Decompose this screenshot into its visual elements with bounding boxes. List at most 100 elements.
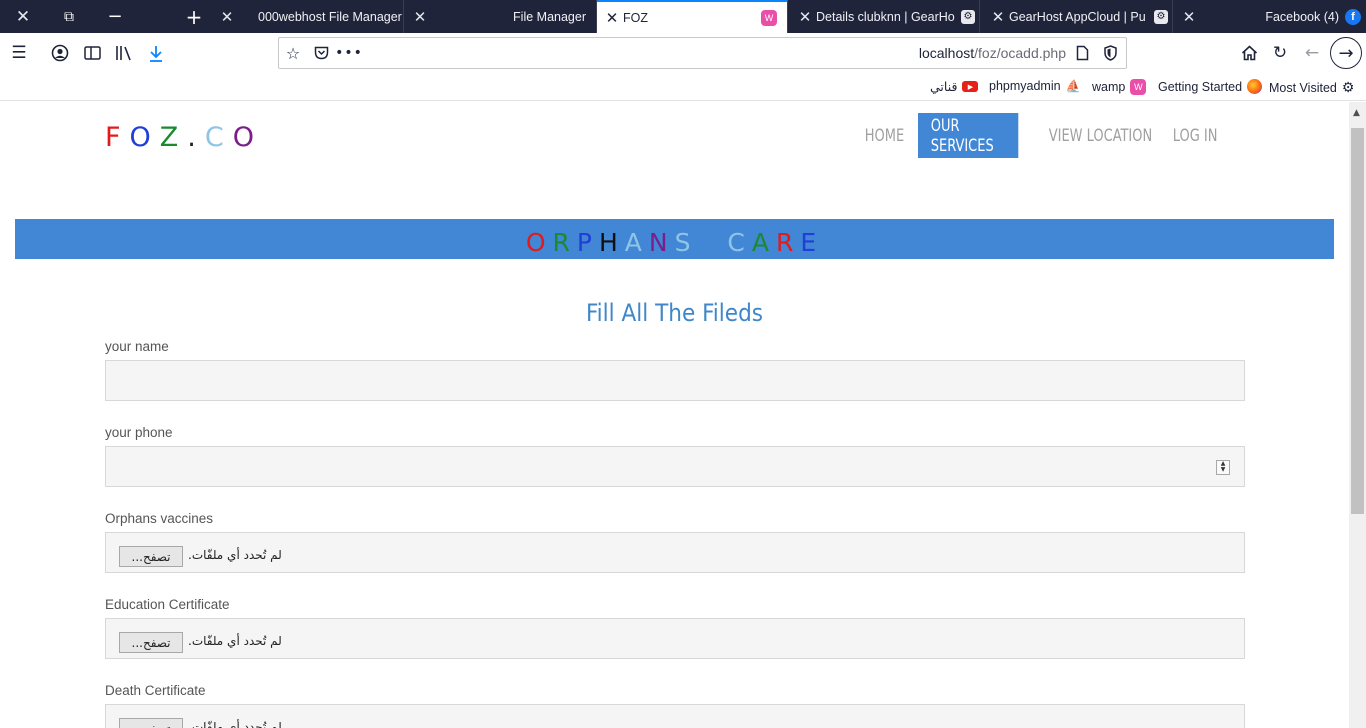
site-logo[interactable]: FOZ.CO [105,122,263,153]
bookmark-phpmyadmin[interactable]: phpmyadmin ⛵ [989,79,1081,93]
banner-letter: N [648,228,675,257]
tab-gearhost-details[interactable]: ✕ Details clubknn | GearHo ⚙ [794,0,980,33]
number-spinner-icon[interactable]: ▲ ▼ [1216,460,1230,475]
library-icon[interactable] [111,40,137,66]
pocket-icon[interactable] [309,41,333,65]
gearhost-icon: ⚙ [1154,9,1168,24]
vaccines-label: Orphans vaccines [105,511,214,526]
firefox-icon [1247,79,1263,94]
close-tab-icon[interactable]: ✕ [987,8,1009,26]
nav-view-location[interactable]: VIEW LOCATION [1036,113,1165,158]
tab-file-manager[interactable]: ✕ File Manager [409,0,597,33]
bookmark-wamp[interactable]: wamp W [1092,79,1147,95]
name-input[interactable] [105,360,1245,401]
tab-bar: ✕ ⧉ − + ✕ 000webhost File Manager ✕ File… [0,0,1366,33]
download-icon[interactable] [143,40,169,66]
banner-letter: H [598,228,625,257]
bookmark-label: wamp [1092,80,1126,94]
education-label: Education Certificate [105,597,230,612]
phone-label: your phone [105,425,173,440]
menu-icon[interactable]: ☰ [6,40,32,66]
nav-our-services[interactable]: OUR SERVICES [918,113,1019,158]
navigation-toolbar: ☰ ☆ ••• localhost/foz/ocadd.php ↻ ← → [0,33,1366,74]
bookmark-label: phpmyadmin [989,79,1061,93]
banner-letter: R [552,228,577,257]
bookmark-getting-started[interactable]: Getting Started [1158,79,1263,94]
logo-letter: . [187,122,205,153]
close-tab-icon[interactable]: ✕ [1178,8,1200,26]
close-tab-icon[interactable]: ✕ [409,8,431,26]
scroll-up-icon[interactable]: ▲ [1353,108,1360,118]
education-browse-button[interactable]: تصفح... [119,632,183,653]
bookmark-label: Getting Started [1158,79,1243,94]
vaccines-file-field: تصفح... لم تُحدد أي ملفّات. [105,532,1245,573]
gear-icon: ⚙ [1341,79,1355,95]
wamp-icon: W [1130,79,1147,95]
banner-letter: A [751,228,776,257]
back-icon[interactable]: ← [1299,40,1325,66]
page-viewport: FOZ.CO HOME OUR SERVICES VIEW LOCATION L… [0,102,1349,728]
url-text[interactable]: localhost/foz/ocadd.php [919,45,1066,61]
logo-letter: Z [159,122,188,153]
shield-icon[interactable] [1098,41,1122,65]
name-label: your name [105,339,169,354]
url-bar[interactable]: ☆ ••• localhost/foz/ocadd.php [278,37,1127,69]
tab-title: FOZ [623,10,648,25]
close-tab-icon[interactable]: ✕ [216,8,238,26]
tab-title: Facebook (4) [1265,9,1339,24]
banner-letter: C [727,228,752,257]
nav-log-in[interactable]: LOG IN [1160,113,1230,158]
close-tab-icon[interactable]: ✕ [601,9,623,27]
form-heading: Fill All The Fileds [585,299,764,327]
tab-facebook[interactable]: ✕ Facebook (4) f [1178,0,1366,33]
vaccines-browse-button[interactable]: تصفح... [119,546,183,567]
wamp-icon: W [761,9,777,26]
phone-input[interactable]: ▲ ▼ [105,446,1245,487]
education-file-field: تصفح... لم تُحدد أي ملفّات. [105,618,1245,659]
orphans-care-banner: ORPHANS CARE [15,219,1334,259]
bookmarks-toolbar: قناتي ▶ phpmyadmin ⛵ wamp W Getting Star… [0,74,1366,101]
banner-letter [712,228,727,257]
reload-icon[interactable]: ↻ [1267,40,1293,66]
banner-letter: S [674,228,698,257]
death-file-status: لم تُحدد أي ملفّات. [188,720,282,728]
reader-view-icon[interactable] [1070,41,1094,65]
banner-letter: R [775,228,801,257]
bookmark-youtube[interactable]: قناتي ▶ [930,79,979,94]
tab-gearhost-appcloud[interactable]: ✕ GearHost AppCloud | Pu ⚙ [987,0,1173,33]
banner-letter: O [525,228,553,257]
education-file-status: لم تُحدد أي ملفّات. [188,634,282,648]
tab-title: GearHost AppCloud | Pu [1009,9,1146,24]
bookmark-most-visited[interactable]: Most Visited ⚙ [1269,79,1354,96]
bookmark-label: Most Visited [1269,80,1337,95]
tab-foz[interactable]: ✕ FOZ W [597,0,788,33]
page-scrollbar[interactable]: ▲ [1349,102,1366,728]
tab-title: Details clubknn | GearHo [816,9,955,24]
bookmark-star-icon[interactable]: ☆ [281,41,305,65]
new-tab-icon[interactable]: + [182,0,206,33]
forward-icon[interactable]: → [1330,37,1362,69]
facebook-icon: f [1345,8,1361,25]
logo-letter: F [105,122,130,153]
nav-home[interactable]: HOME [852,113,917,158]
close-tab-icon[interactable]: ✕ [794,8,816,26]
youtube-icon: ▶ [962,81,979,92]
minimize-window-icon[interactable]: − [104,0,126,33]
logo-letter: O [129,122,160,153]
logo-letter: O [232,122,264,153]
restore-window-icon[interactable]: ⧉ [58,0,80,33]
page-actions-icon[interactable]: ••• [335,41,362,65]
vaccines-file-status: لم تُحدد أي ملفّات. [188,548,282,562]
close-window-icon[interactable]: ✕ [10,0,36,33]
banner-letter: A [624,228,649,257]
tab-title: File Manager [513,9,586,24]
home-icon[interactable] [1236,40,1262,66]
scrollbar-thumb[interactable] [1351,128,1364,514]
death-browse-button[interactable]: تصفح... [119,718,183,728]
sidebar-icon[interactable] [79,40,105,66]
tab-000webhost[interactable]: ✕ 000webhost File Manager [216,0,404,33]
account-icon[interactable] [47,40,73,66]
banner-letter: P [576,228,599,257]
tab-title: 000webhost File Manager [258,9,402,24]
gearhost-icon: ⚙ [961,9,975,24]
